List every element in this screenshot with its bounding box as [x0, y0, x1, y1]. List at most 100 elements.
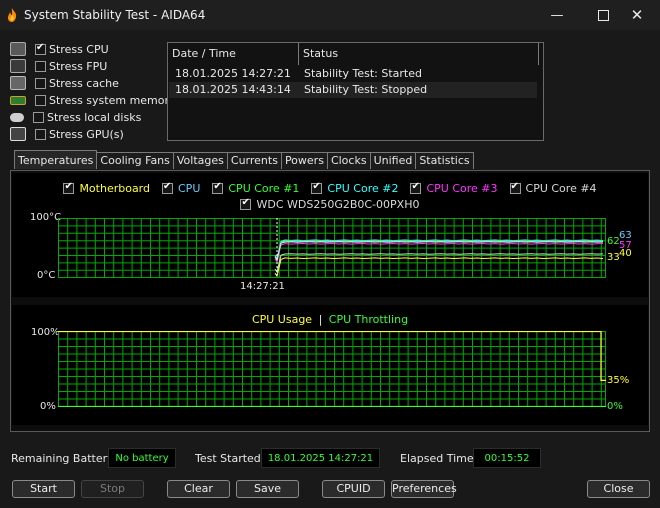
cpu-usage-plot — [58, 331, 606, 407]
stress-option-label: Stress cache — [49, 76, 119, 90]
cpu-throttling-value: 0% — [607, 401, 623, 412]
log-datetime: 18.01.2025 14:27:21 — [175, 67, 291, 80]
temperature-end-label: 40 — [619, 248, 632, 259]
legend-checkbox[interactable] — [212, 181, 224, 194]
window-title: System Stability Test - AIDA64 — [24, 8, 206, 22]
save-button[interactable]: Save — [236, 480, 299, 498]
cpu-legend: CPU Usage | CPU Throttling — [0, 313, 660, 326]
stress-option[interactable]: Stress GPU(s) — [10, 126, 124, 142]
stress-option-checkbox[interactable] — [35, 128, 46, 140]
temp-time-marker-label: 14:27:21 — [240, 281, 285, 292]
test-started-value: 18.01.2025 14:27:21 — [261, 448, 380, 468]
legend-label: CPU Core #3 — [426, 181, 498, 195]
minimize-icon: — — [550, 7, 564, 23]
stress-option[interactable]: Stress system memory — [10, 92, 176, 108]
tab-unified[interactable]: Unified — [369, 152, 417, 169]
graph-tabs: Temperatures Cooling Fans Voltages Currents… — [14, 150, 474, 170]
series-cpu-core-3 — [274, 242, 604, 264]
legend-item-disk[interactable]: WDC WDS250G2B0C-00PXH0 — [240, 197, 420, 211]
stress-option-checkbox[interactable] — [35, 77, 46, 89]
tab-currents[interactable]: Currents — [226, 152, 282, 169]
stress-option-label: Stress FPU — [49, 59, 108, 73]
tab-powers[interactable]: Powers — [280, 152, 328, 169]
monitor-icon — [10, 127, 26, 141]
cpu-y-min-label: 0% — [40, 401, 56, 412]
tab-temperatures[interactable]: Temperatures — [14, 150, 98, 169]
stress-option[interactable]: Stress CPU — [10, 41, 109, 57]
temperature-end-label: 33 — [607, 252, 620, 263]
temperature-legend: Motherboard CPU CPU Core #1 CPU Core #2 CPU … — [0, 180, 660, 196]
legend-item[interactable]: CPU — [162, 181, 201, 195]
tab-clocks[interactable]: Clocks — [326, 152, 371, 169]
legend-checkbox[interactable] — [240, 197, 252, 210]
stress-option-checkbox[interactable] — [35, 42, 46, 55]
legend-label: CPU Core #4 — [525, 181, 597, 195]
stress-option-label: Stress system memory — [49, 93, 176, 107]
legend-checkbox[interactable] — [410, 181, 422, 194]
battery-label: Remaining Battery: — [11, 452, 117, 465]
legend-item[interactable]: CPU Core #3 — [410, 181, 498, 195]
legend-label: Motherboard — [79, 181, 150, 195]
temperature-end-labels: 63 62 57 33 40 — [607, 230, 637, 270]
fpu-chip-icon — [10, 59, 26, 73]
legend-label: WDC WDS250G2B0C-00PXH0 — [256, 198, 420, 211]
tab-statistics[interactable]: Statistics — [415, 152, 474, 169]
start-button[interactable]: Start — [12, 480, 75, 498]
log-row[interactable]: 18.01.2025 14:27:21 Stability Test: Star… — [169, 66, 537, 82]
stress-option-label: Stress CPU — [49, 42, 109, 56]
memory-module-icon — [10, 95, 26, 105]
legend-checkbox[interactable] — [63, 181, 75, 194]
stress-option-checkbox[interactable] — [33, 111, 44, 123]
disk-drive-icon — [10, 112, 24, 122]
log-status: Stability Test: Stopped — [304, 83, 428, 96]
column-header-datetime[interactable]: Date / Time — [168, 43, 299, 65]
log-status: Stability Test: Started — [304, 67, 422, 80]
log-row[interactable]: 18.01.2025 14:43:14 Stability Test: Stop… — [169, 82, 537, 98]
legend-label: CPU — [178, 181, 201, 195]
legend-item[interactable]: Motherboard — [63, 181, 150, 195]
column-header-status[interactable]: Status — [299, 43, 539, 65]
tab-voltages[interactable]: Voltages — [172, 152, 228, 169]
legend-cpu-usage: CPU Usage — [251, 313, 313, 326]
legend-checkbox[interactable] — [509, 181, 521, 194]
legend-item[interactable]: CPU Core #4 — [509, 181, 597, 195]
minimize-button[interactable]: — — [534, 0, 580, 30]
log-datetime: 18.01.2025 14:43:14 — [175, 83, 291, 96]
legend-item[interactable]: CPU Core #1 — [212, 181, 300, 195]
series-motherboard — [274, 257, 604, 278]
legend-checkbox[interactable] — [311, 181, 323, 194]
cpuid-button[interactable]: CPUID — [322, 480, 385, 498]
legend-item[interactable]: CPU Core #2 — [311, 181, 399, 195]
legend-checkbox[interactable] — [162, 181, 173, 194]
cpu-usage-value: 35% — [607, 375, 630, 386]
close-icon: ✕ — [630, 6, 644, 24]
legend-cpu-throttling: CPU Throttling — [328, 313, 409, 326]
temperature-legend-row2: WDC WDS250G2B0C-00PXH0 — [0, 197, 660, 211]
legend-label: CPU Core #2 — [327, 181, 399, 195]
elapsed-time-label: Elapsed Time: — [400, 452, 478, 465]
battery-value: No battery — [108, 448, 176, 468]
close-window-button[interactable]: ✕ — [614, 0, 660, 30]
legend-label: CPU Core #1 — [228, 181, 300, 195]
stress-option[interactable]: Stress cache — [10, 75, 119, 91]
stress-option-checkbox[interactable] — [35, 94, 46, 106]
cpu-chip-icon — [10, 42, 26, 56]
stress-option[interactable]: Stress FPU — [10, 58, 107, 74]
temp-y-min-label: 0°C — [37, 270, 56, 281]
maximize-icon — [597, 9, 609, 21]
cache-chip-icon — [10, 76, 26, 90]
elapsed-time-value: 00:15:52 — [473, 448, 541, 468]
temperature-end-label: 62 — [607, 236, 620, 247]
status-log-table[interactable]: Date / Time Status 18.01.2025 14:27:21 S… — [167, 42, 544, 141]
preferences-button[interactable]: Preferences — [391, 480, 457, 498]
stress-option[interactable]: Stress local disks — [10, 109, 141, 125]
temperature-plot — [58, 218, 606, 278]
cpu-y-max-label: 100% — [31, 327, 60, 338]
close-button[interactable]: Close — [587, 480, 650, 498]
tab-cooling-fans[interactable]: Cooling Fans — [96, 152, 174, 169]
clear-button[interactable]: Clear — [167, 480, 230, 498]
stress-option-label: Stress local disks — [47, 110, 142, 124]
stress-option-checkbox[interactable] — [35, 60, 46, 72]
legend-separator: | — [318, 313, 323, 326]
stop-button[interactable]: Stop — [81, 480, 144, 498]
